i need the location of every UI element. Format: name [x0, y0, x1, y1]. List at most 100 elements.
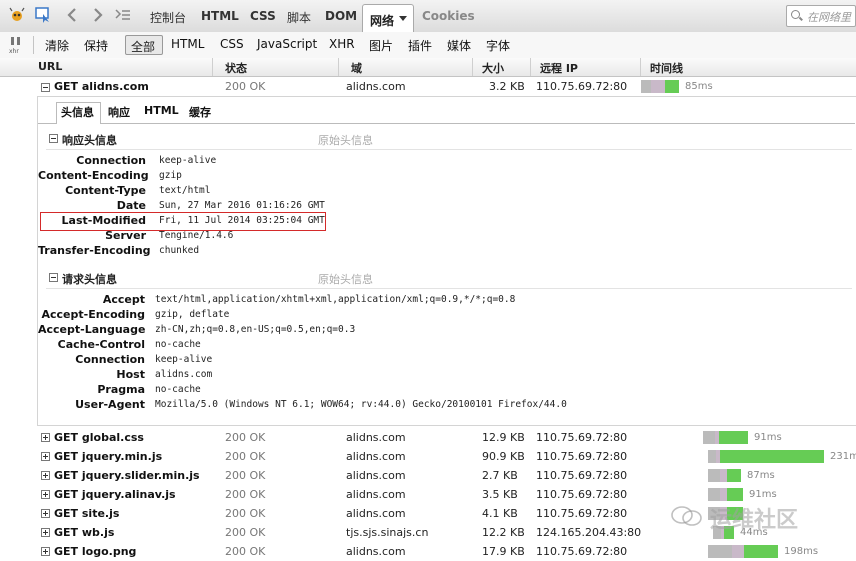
filter-all-button[interactable]: 全部: [125, 35, 163, 55]
tab-response[interactable]: 响应: [108, 104, 130, 120]
header-value: Mozilla/5.0 (Windows NT 6.1; WOW64; rv:4…: [155, 399, 567, 410]
header-value: keep-alive: [155, 354, 213, 365]
clear-button[interactable]: 清除: [45, 37, 69, 54]
expand-icon[interactable]: [41, 471, 50, 480]
request-status: 200 OK: [225, 488, 266, 501]
expand-icon[interactable]: [41, 547, 50, 556]
persist-button[interactable]: 保持: [84, 37, 108, 54]
tab-html[interactable]: HTML: [201, 9, 239, 23]
header-name: Accept-Encoding: [41, 308, 146, 321]
search-input[interactable]: 在网络里: [786, 5, 856, 27]
timeline-duration: 85ms: [685, 81, 713, 92]
search-icon: [791, 10, 800, 19]
response-headers-title: 响应头信息: [62, 134, 117, 147]
tab-console[interactable]: 控制台: [150, 9, 186, 26]
filter-css-button[interactable]: CSS: [220, 37, 244, 51]
timeline-blocking: [708, 488, 720, 501]
request-url: GET site.js: [54, 507, 120, 520]
raw-headers-link[interactable]: 原始头信息: [318, 271, 373, 287]
header-value: no-cache: [155, 384, 201, 395]
request-status: 200 OK: [225, 545, 266, 558]
filter-plugins-button[interactable]: 插件: [408, 37, 432, 54]
expand-icon[interactable]: [41, 433, 50, 442]
timeline-receiving: [719, 431, 748, 444]
chevron-down-icon[interactable]: [399, 16, 407, 21]
filter-xhr-button[interactable]: XHR: [329, 37, 355, 51]
table-row[interactable]: GET alidns.com 200 OK alidns.com 3.2 KB …: [0, 77, 856, 96]
request-domain: alidns.com: [346, 545, 406, 558]
request-domain: alidns.com: [346, 469, 406, 482]
firebug-icon[interactable]: [8, 6, 26, 24]
header-name: Content-Type: [65, 184, 146, 197]
request-ip: 124.165.204.43:80: [536, 526, 642, 539]
tab-headers-label[interactable]: 头信息: [61, 104, 94, 120]
search-placeholder: 在网络里: [807, 11, 851, 24]
request-ip: 110.75.69.72:80: [536, 469, 628, 482]
filter-fonts-button[interactable]: 字体: [486, 37, 510, 54]
filter-media-button[interactable]: 媒体: [447, 37, 471, 54]
timeline-duration: 198ms: [784, 546, 819, 557]
column-url[interactable]: URL: [38, 60, 62, 73]
column-size[interactable]: 大小: [482, 60, 504, 76]
header-name: Connection: [75, 353, 145, 366]
request-size: 12.2 KB: [482, 526, 525, 539]
collapse-icon[interactable]: [41, 83, 50, 92]
table-row[interactable]: GET jquery.slider.min.js 200 OK alidns.com…: [0, 466, 856, 485]
filter-javascript-button[interactable]: JavaScript: [257, 37, 317, 51]
tab-network[interactable]: 网络: [362, 4, 414, 32]
filter-html-button[interactable]: HTML: [171, 37, 204, 51]
tab-cookies[interactable]: Cookies: [422, 9, 475, 23]
inspect-icon[interactable]: [34, 6, 52, 24]
collapse-icon[interactable]: [49, 273, 58, 282]
table-row[interactable]: GET global.css 200 OK alidns.com 12.9 KB 110…: [0, 428, 856, 447]
timeline-blocking: [641, 80, 651, 93]
expand-icon[interactable]: [41, 452, 50, 461]
column-divider[interactable]: [338, 58, 339, 76]
timeline-waiting: [720, 488, 727, 501]
column-divider[interactable]: [472, 58, 473, 76]
divider: [33, 36, 34, 54]
header-name: Accept-Language: [38, 323, 146, 336]
back-arrow-icon[interactable]: [64, 6, 82, 24]
header-value: text/html,application/xhtml+xml,applicat…: [155, 294, 516, 305]
request-ip: 110.75.69.72:80: [536, 507, 628, 520]
tab-script[interactable]: 脚本: [287, 9, 311, 26]
header-name: Connection: [76, 154, 146, 167]
header-value: gzip: [159, 170, 182, 181]
command-line-icon[interactable]: [114, 6, 132, 24]
header-name: Host: [116, 368, 145, 381]
forward-arrow-icon[interactable]: [88, 6, 106, 24]
column-divider[interactable]: [212, 58, 213, 76]
expand-icon[interactable]: [41, 490, 50, 499]
timeline-duration: 91ms: [749, 489, 777, 500]
expand-icon[interactable]: [41, 509, 50, 518]
column-timeline[interactable]: 时间线: [650, 60, 683, 76]
timeline-blocking: [708, 450, 716, 463]
tab-dom[interactable]: DOM: [325, 9, 357, 23]
collapse-icon[interactable]: [49, 134, 58, 143]
raw-headers-link[interactable]: 原始头信息: [318, 132, 373, 148]
header-value: Tengine/1.4.6: [159, 230, 234, 241]
column-remote-ip[interactable]: 远程 IP: [540, 60, 578, 76]
request-ip: 110.75.69.72:80: [536, 450, 628, 463]
tab-html-preview[interactable]: HTML: [144, 104, 179, 117]
timeline-blocking: [708, 545, 732, 558]
column-domain[interactable]: 域: [351, 60, 362, 76]
request-url: GET wb.js: [54, 526, 115, 539]
timeline-receiving: [727, 488, 743, 501]
column-divider[interactable]: [530, 58, 531, 76]
filter-images-button[interactable]: 图片: [369, 37, 393, 54]
header-value: zh-CN,zh;q=0.8,en-US;q=0.5,en;q=0.3: [155, 324, 356, 335]
request-url: GET alidns.com: [54, 80, 149, 93]
table-row[interactable]: GET logo.png 200 OK alidns.com 17.9 KB 110.7…: [0, 542, 856, 561]
request-status: 200 OK: [225, 431, 266, 444]
column-status[interactable]: 状态: [225, 60, 247, 76]
tab-cache[interactable]: 缓存: [189, 104, 211, 120]
tab-css[interactable]: CSS: [250, 9, 276, 23]
expand-icon[interactable]: [41, 528, 50, 537]
request-url: GET global.css: [54, 431, 144, 444]
column-divider[interactable]: [640, 58, 641, 76]
xhr-breakpoint-icon[interactable]: xhr: [8, 36, 24, 54]
request-size: 2.7 KB: [482, 469, 518, 482]
table-row[interactable]: GET jquery.min.js 200 OK alidns.com 90.9 KB…: [0, 447, 856, 466]
